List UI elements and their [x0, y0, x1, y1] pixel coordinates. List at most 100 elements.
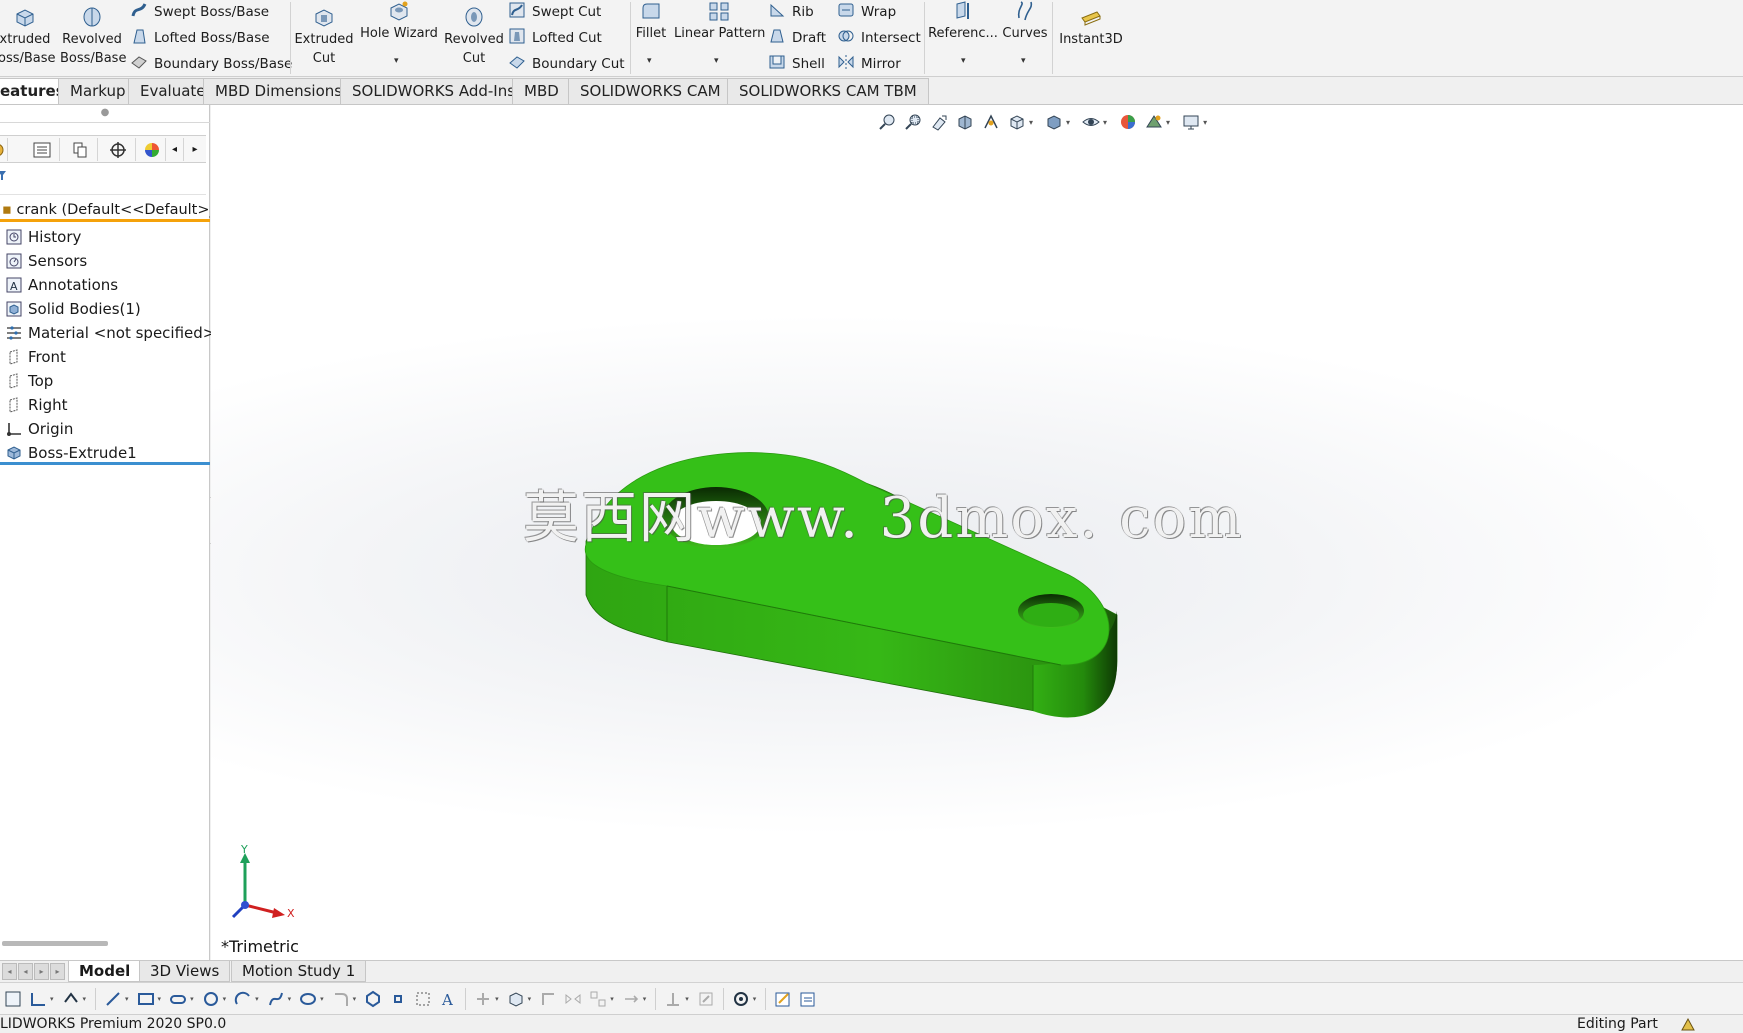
- rib-button[interactable]: Rib: [768, 1, 814, 21]
- first-tab-icon[interactable]: ◂: [2, 963, 17, 980]
- dropdown-icon[interactable]: ▾: [83, 995, 87, 1003]
- tree-item-right-plane[interactable]: Right: [0, 393, 210, 417]
- part-root-node[interactable]: ▪ crank (Default<<Default>_Pho: [0, 198, 210, 222]
- last-tab-icon[interactable]: ▸: [50, 963, 65, 980]
- fillet-button[interactable]: Fillet: [632, 0, 670, 43]
- tree-item-history[interactable]: History: [0, 225, 210, 249]
- text-icon[interactable]: A: [437, 988, 459, 1010]
- lofted-cut-button[interactable]: Lofted Cut: [508, 27, 602, 47]
- panel-grip[interactable]: ●: [0, 105, 210, 123]
- tab-model[interactable]: Model: [68, 961, 142, 982]
- curves-button[interactable]: Curves: [1000, 0, 1050, 43]
- dropdown-icon[interactable]: ▾: [190, 995, 194, 1003]
- tab-motion-study-1[interactable]: Motion Study 1: [231, 961, 367, 982]
- linear-pattern-button[interactable]: Linear Pattern: [674, 0, 765, 43]
- boundary-cut-button[interactable]: Boundary Cut: [508, 53, 625, 73]
- dropdown-icon[interactable]: ▾: [50, 995, 54, 1003]
- line-icon[interactable]: [102, 988, 124, 1010]
- sketch-icon[interactable]: [2, 988, 24, 1010]
- point-icon[interactable]: [387, 988, 409, 1010]
- swept-boss-button[interactable]: Swept Boss/Base: [130, 1, 269, 21]
- tree-item-top-plane[interactable]: Top: [0, 369, 210, 393]
- construction-geometry-icon[interactable]: [412, 988, 434, 1010]
- swept-cut-button[interactable]: Swept Cut: [508, 1, 601, 21]
- fillet-dropdown-icon[interactable]: ▾: [647, 56, 652, 66]
- quick-snaps-icon[interactable]: [730, 988, 752, 1010]
- scroll-left-icon[interactable]: ◂: [166, 138, 184, 161]
- linear-pattern-dropdown-icon[interactable]: ▾: [714, 56, 719, 66]
- arc-icon[interactable]: [232, 988, 254, 1010]
- dropdown-icon[interactable]: ▾: [753, 995, 757, 1003]
- tab-solidworks-cam[interactable]: SOLIDWORKS CAM: [568, 78, 733, 104]
- feature-tree-filter[interactable]: [0, 165, 206, 195]
- scroll-right-icon[interactable]: ▸: [186, 138, 204, 161]
- feature-manager-tab[interactable]: [0, 138, 8, 161]
- curves-dropdown-icon[interactable]: ▾: [1021, 56, 1026, 66]
- revolved-boss-button[interactable]: Revolved Boss/Base: [60, 6, 126, 68]
- smart-dimension-icon[interactable]: [27, 988, 49, 1010]
- shell-button[interactable]: Shell: [768, 53, 825, 73]
- property-manager-tab[interactable]: [24, 138, 60, 161]
- hole-wizard-button[interactable]: Hole Wizard: [360, 0, 438, 43]
- tree-item-front-plane[interactable]: Front: [0, 345, 210, 369]
- rectangle-icon[interactable]: [135, 988, 157, 1010]
- display-delete-relations-icon[interactable]: [662, 988, 684, 1010]
- dropdown-icon[interactable]: ▾: [125, 995, 129, 1003]
- instant2d-icon[interactable]: [797, 988, 819, 1010]
- tab-mbd-dimensions[interactable]: MBD Dimensions: [203, 78, 355, 104]
- dropdown-icon[interactable]: ▾: [495, 995, 499, 1003]
- dropdown-icon[interactable]: ▾: [685, 995, 689, 1003]
- reference-geometry-button[interactable]: Referenc...: [928, 0, 998, 43]
- lofted-boss-button[interactable]: Lofted Boss/Base: [130, 27, 270, 47]
- move-entities-icon[interactable]: [620, 988, 642, 1010]
- hole-wizard-dropdown-icon[interactable]: ▾: [394, 56, 399, 66]
- tree-item-origin[interactable]: Origin: [0, 417, 210, 441]
- revolved-cut-button[interactable]: Revolved Cut: [444, 6, 504, 68]
- dropdown-icon[interactable]: ▾: [528, 995, 532, 1003]
- dropdown-icon[interactable]: ▾: [643, 995, 647, 1003]
- tree-item-boss-extrude1[interactable]: Boss-Extrude1: [0, 441, 210, 465]
- dropdown-icon[interactable]: ▾: [610, 995, 614, 1003]
- dropdown-icon[interactable]: ▾: [320, 995, 324, 1003]
- dropdown-icon[interactable]: ▾: [353, 995, 357, 1003]
- spline-icon[interactable]: [265, 988, 287, 1010]
- convert-entities-icon[interactable]: [505, 988, 527, 1010]
- polygon-icon[interactable]: [362, 988, 384, 1010]
- intersect-button[interactable]: Intersect: [837, 27, 921, 47]
- tab-3d-views[interactable]: 3D Views: [139, 961, 231, 982]
- dimxpert-manager-tab[interactable]: [100, 138, 136, 161]
- wrap-button[interactable]: Wrap: [837, 1, 896, 21]
- boundary-boss-button[interactable]: Boundary Boss/Base: [130, 53, 292, 73]
- mirror-button[interactable]: Mirror: [837, 53, 901, 73]
- dropdown-icon[interactable]: ▾: [255, 995, 259, 1003]
- tree-item-sensors[interactable]: Sensors: [0, 249, 210, 273]
- configuration-manager-tab[interactable]: [62, 138, 98, 161]
- custom-settings-icon[interactable]: [1680, 1016, 1696, 1032]
- tree-item-material[interactable]: Material <not specified>: [0, 321, 215, 345]
- relations-icon[interactable]: [60, 988, 82, 1010]
- display-manager-tab[interactable]: [138, 138, 166, 161]
- fillet-sketch-icon[interactable]: [330, 988, 352, 1010]
- trim-entities-icon[interactable]: [472, 988, 494, 1010]
- tab-solidworks-add-ins[interactable]: SOLIDWORKS Add-Ins: [340, 78, 528, 104]
- next-tab-icon[interactable]: ▸: [34, 963, 49, 980]
- reference-geometry-dropdown-icon[interactable]: ▾: [961, 56, 966, 66]
- repair-sketch-icon[interactable]: [695, 988, 717, 1010]
- ellipse-icon[interactable]: [297, 988, 319, 1010]
- horizontal-scrollbar[interactable]: [2, 941, 108, 946]
- tree-item-annotations[interactable]: A Annotations: [0, 273, 210, 297]
- tab-markup[interactable]: Markup: [58, 78, 138, 104]
- dropdown-icon[interactable]: ▾: [223, 995, 227, 1003]
- tree-item-solid-bodies[interactable]: Solid Bodies(1): [0, 297, 210, 321]
- offset-entities-icon[interactable]: [537, 988, 559, 1010]
- draft-button[interactable]: Draft: [768, 27, 826, 47]
- dropdown-icon[interactable]: ▾: [158, 995, 162, 1003]
- linear-sketch-pattern-icon[interactable]: [587, 988, 609, 1010]
- tab-solidworks-cam-tbm[interactable]: SOLIDWORKS CAM TBM: [727, 78, 929, 104]
- dropdown-icon[interactable]: ▾: [288, 995, 292, 1003]
- graphics-area[interactable]: ▾ ▾ ▾ ▾ ▾ 莫西网www. 3dmox. com Y X *Trimet…: [211, 105, 1743, 960]
- previous-tab-icon[interactable]: ◂: [18, 963, 33, 980]
- circle-icon[interactable]: [200, 988, 222, 1010]
- extruded-cut-button[interactable]: Extruded Cut: [294, 6, 354, 68]
- instant3d-button[interactable]: Instant3D: [1056, 6, 1126, 49]
